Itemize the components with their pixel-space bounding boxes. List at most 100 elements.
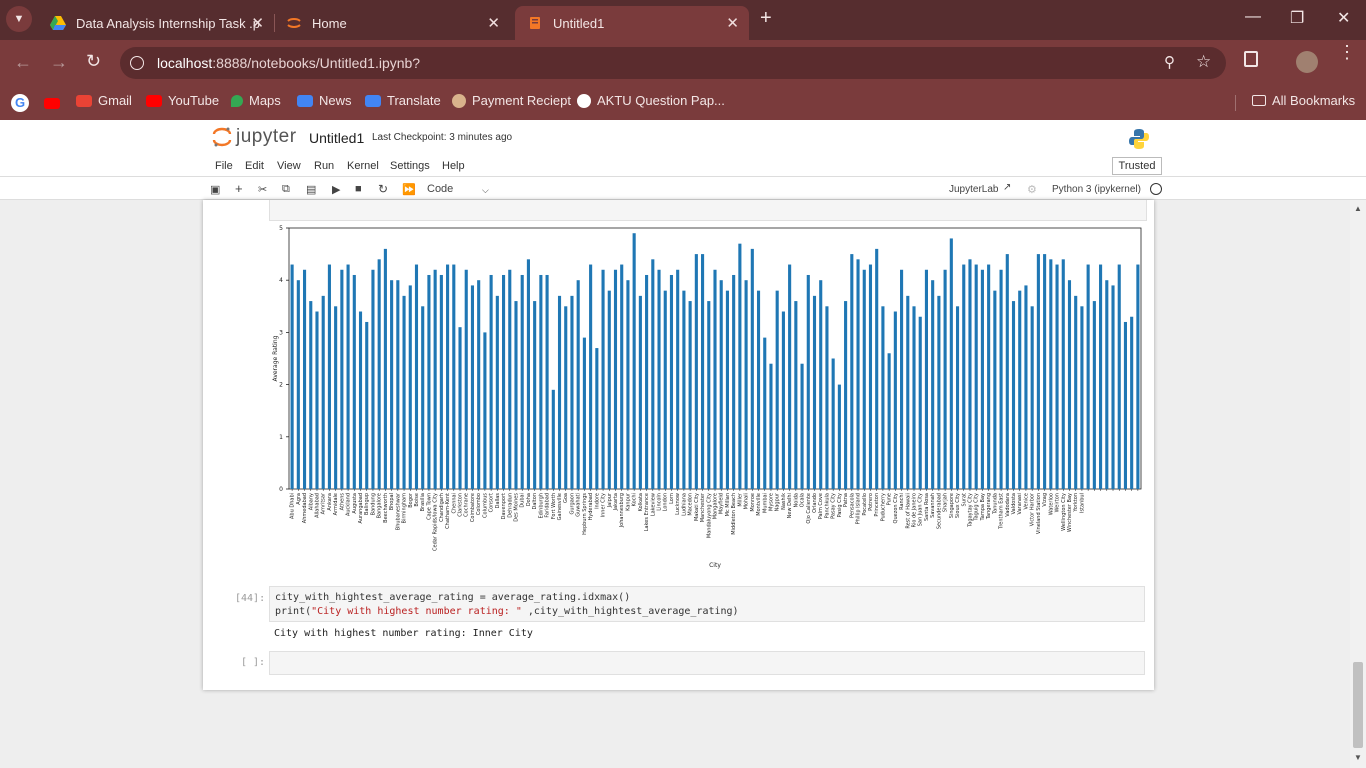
menu-view[interactable]: View bbox=[277, 160, 301, 172]
bar bbox=[924, 269, 928, 489]
star-icon[interactable]: ☆ bbox=[1196, 52, 1211, 72]
bar bbox=[296, 280, 300, 489]
bar bbox=[868, 264, 873, 489]
tab-home[interactable]: Home ✕ bbox=[274, 6, 510, 40]
back-icon[interactable]: ← bbox=[14, 52, 32, 73]
external-link-icon[interactable]: ↗ bbox=[1003, 182, 1011, 193]
site-info-icon[interactable] bbox=[130, 56, 144, 70]
cut-icon[interactable]: ✂ bbox=[258, 183, 267, 196]
save-icon[interactable]: ▣ bbox=[210, 183, 220, 196]
close-icon[interactable]: ✕ bbox=[487, 14, 500, 32]
x-tick-label: Tangerang bbox=[986, 493, 992, 520]
bar bbox=[620, 264, 624, 489]
bar bbox=[645, 274, 649, 489]
bar bbox=[974, 264, 978, 489]
x-tick-label: Mangalore bbox=[713, 493, 719, 519]
window-close-icon[interactable]: ✕ bbox=[1337, 8, 1350, 28]
menu-file[interactable]: File bbox=[215, 160, 233, 172]
copy-icon[interactable]: ⧉ bbox=[282, 183, 290, 196]
google-icon[interactable]: G bbox=[11, 94, 29, 112]
menu-help[interactable]: Help bbox=[442, 160, 465, 172]
bar bbox=[1092, 301, 1096, 489]
gmail-icon bbox=[76, 94, 92, 107]
bookmark-gmail[interactable]: Gmail bbox=[76, 93, 132, 108]
notebook-panel: 0 1 2 3 4 5 Abu Dhabi Agra Ahmedabad Albany Allaha… bbox=[203, 200, 1154, 690]
minimize-icon[interactable]: — bbox=[1245, 8, 1261, 26]
x-tick-label: San Juan City bbox=[918, 493, 924, 526]
restart-icon[interactable]: ↻ bbox=[378, 182, 388, 196]
all-bookmarks[interactable]: All Bookmarks bbox=[1252, 93, 1355, 108]
zoom-icon[interactable]: ⚲ bbox=[1164, 53, 1175, 71]
jupyter-logo[interactable]: jupyter bbox=[212, 126, 297, 148]
paste-icon[interactable]: ▤ bbox=[306, 183, 316, 196]
x-tick-label: Ankara bbox=[327, 493, 333, 511]
new-tab-button[interactable]: + bbox=[760, 8, 772, 28]
tab-drive[interactable]: Data Analysis Internship Task .p ✕ bbox=[38, 6, 274, 40]
kebab-menu-icon[interactable]: ⋮ bbox=[1338, 43, 1356, 61]
code-cell-44[interactable]: city_with_hightest_average_rating = aver… bbox=[269, 586, 1145, 622]
bar bbox=[508, 269, 512, 489]
cell-type-select[interactable]: Code bbox=[427, 183, 453, 195]
gear-icon[interactable]: ⚙ bbox=[1027, 183, 1037, 196]
bar bbox=[414, 264, 419, 489]
x-tick-label: Consort bbox=[489, 493, 495, 512]
bar bbox=[844, 301, 848, 489]
address-bar[interactable]: localhost:8888/notebooks/Untitled1.ipynb… bbox=[120, 47, 1226, 79]
bookmark-translate[interactable]: Translate bbox=[365, 93, 441, 108]
menu-kernel[interactable]: Kernel bbox=[347, 160, 379, 172]
bar bbox=[682, 290, 686, 489]
x-tick-label: Palm Cove bbox=[818, 493, 824, 519]
bookmark-aktu[interactable]: AKTU Question Pap... bbox=[577, 93, 725, 108]
jupyterlab-link[interactable]: JupyterLab bbox=[949, 184, 998, 195]
previous-cell-bottom[interactable] bbox=[269, 200, 1147, 221]
page-scrollbar[interactable]: ▲ ▼ bbox=[1350, 200, 1366, 768]
bar bbox=[775, 290, 779, 489]
kernel-name[interactable]: Python 3 (ipykernel) bbox=[1052, 184, 1141, 195]
trusted-badge[interactable]: Trusted bbox=[1112, 157, 1162, 175]
x-tick-label: Taguig City bbox=[974, 493, 980, 522]
bookmark-news[interactable]: News bbox=[297, 93, 352, 108]
add-cell-icon[interactable]: + bbox=[235, 181, 243, 196]
run-icon[interactable]: ▶ bbox=[332, 183, 340, 196]
x-tick-label: Puducherry bbox=[880, 493, 886, 521]
bookmark-maps[interactable]: Maps bbox=[231, 93, 281, 108]
scroll-thumb[interactable] bbox=[1353, 662, 1363, 748]
bar bbox=[489, 274, 493, 489]
jupyter-wordmark: jupyter bbox=[236, 126, 297, 147]
bookmark-payment-reciept[interactable]: Payment Reciept bbox=[452, 93, 571, 108]
restore-icon[interactable]: ❐ bbox=[1290, 8, 1304, 28]
tab-untitled1[interactable]: Untitled1 ✕ bbox=[515, 6, 749, 40]
fast-forward-icon[interactable]: ⏩ bbox=[402, 183, 416, 196]
menu-edit[interactable]: Edit bbox=[245, 160, 264, 172]
close-icon[interactable]: ✕ bbox=[726, 14, 739, 32]
maps-icon bbox=[231, 94, 243, 107]
bookmark-youtube[interactable]: YouTube bbox=[146, 93, 219, 108]
close-icon[interactable]: ✕ bbox=[251, 14, 264, 32]
x-tick-label: Middleton Beach bbox=[731, 493, 737, 535]
bar bbox=[856, 259, 860, 489]
youtube-icon[interactable] bbox=[44, 98, 60, 109]
notebook-name[interactable]: Untitled1 bbox=[309, 130, 364, 146]
scroll-up-icon[interactable]: ▲ bbox=[1354, 204, 1362, 213]
extensions-icon[interactable] bbox=[1244, 51, 1258, 67]
empty-code-cell[interactable] bbox=[269, 651, 1145, 675]
payment-icon bbox=[452, 93, 466, 108]
forward-icon[interactable]: → bbox=[50, 52, 68, 73]
menu-run[interactable]: Run bbox=[314, 160, 334, 172]
stop-icon[interactable]: ■ bbox=[355, 183, 362, 195]
avatar[interactable] bbox=[1296, 51, 1318, 73]
x-tick-label: Goa bbox=[563, 493, 569, 503]
bar bbox=[545, 274, 549, 489]
jupyter-logo-icon bbox=[212, 127, 232, 147]
x-tick-label: Potrero bbox=[868, 493, 874, 511]
tab-search-button[interactable]: ▼ bbox=[6, 6, 32, 32]
bar bbox=[744, 280, 748, 489]
bar bbox=[446, 264, 450, 489]
chevron-down-icon[interactable]: ⌵ bbox=[482, 185, 489, 196]
reload-icon[interactable]: ↻ bbox=[86, 51, 101, 72]
scroll-down-icon[interactable]: ▼ bbox=[1354, 753, 1362, 762]
bar bbox=[327, 264, 331, 489]
x-tick-label: Yorkton bbox=[1073, 493, 1079, 513]
menu-settings[interactable]: Settings bbox=[390, 160, 430, 172]
bar bbox=[290, 264, 294, 489]
